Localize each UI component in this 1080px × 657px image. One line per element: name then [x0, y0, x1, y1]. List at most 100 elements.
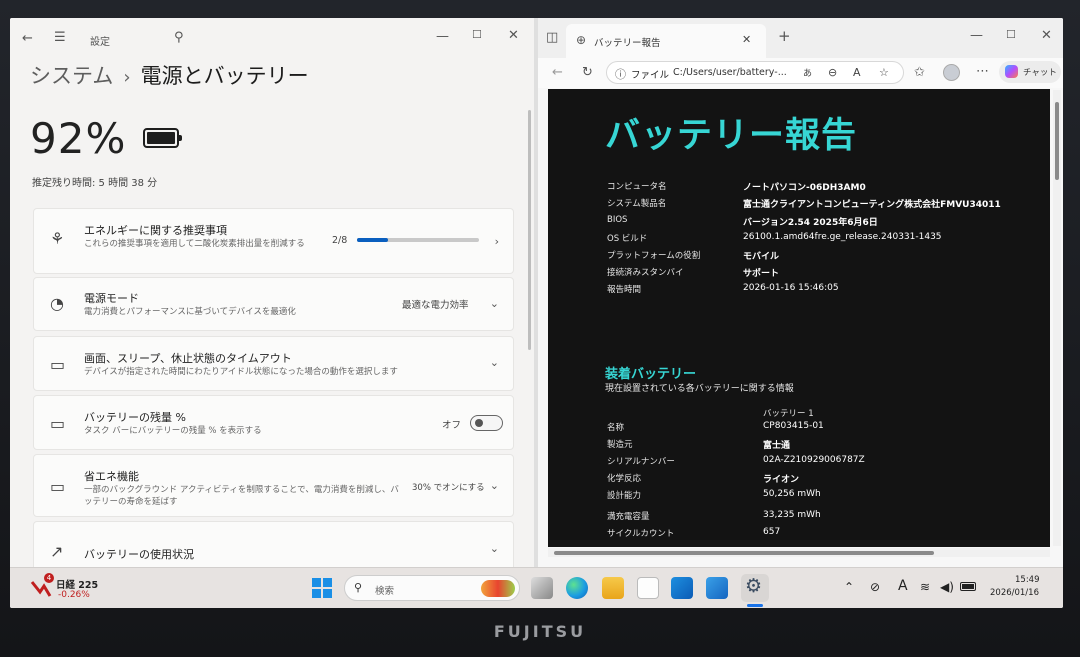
minimize-button[interactable]: —: [970, 29, 983, 42]
card-title: 電源モード: [84, 292, 139, 305]
minimize-button[interactable]: —: [436, 30, 449, 43]
info-key: 接続済みスタンバイ: [607, 268, 684, 278]
stock-badge: 4: [44, 573, 54, 583]
battery-icon: [143, 128, 182, 148]
info-key: 報告時間: [607, 285, 642, 295]
chevron-down-icon: ⌄: [489, 479, 499, 492]
card-description: これらの推奨事項を適用して二酸化炭素排出量を削減する: [84, 239, 305, 249]
info-icon[interactable]: ⓘ: [615, 66, 626, 82]
info-key: システム製品名: [607, 199, 667, 209]
settings-scrollbar[interactable]: [528, 110, 531, 350]
scrollbar-thumb[interactable]: [554, 551, 934, 555]
scrollbar-thumb[interactable]: [1055, 102, 1059, 180]
info-value: モバイル: [743, 252, 780, 262]
more-options-icon[interactable]: ⋯: [976, 65, 989, 78]
tab-battery-report[interactable]: ⊕ バッテリー報告 ✕: [566, 24, 766, 58]
settings-app-icon[interactable]: ⚙: [741, 574, 769, 602]
chevron-down-icon: ⌄: [489, 297, 499, 310]
edge-browser-icon[interactable]: [566, 577, 588, 599]
info-value: 50,256 mWh: [763, 489, 821, 499]
volume-icon[interactable]: ◀): [940, 580, 954, 594]
info-value: 26100.1.amd64fre.ge_release.240331-1435: [743, 232, 942, 242]
close-button[interactable]: ✕: [1041, 29, 1052, 42]
profile-avatar[interactable]: [943, 64, 960, 81]
file-explorer-icon[interactable]: [602, 577, 624, 599]
maximize-button[interactable]: ☐: [1006, 29, 1016, 40]
workspaces-icon[interactable]: ◫: [546, 31, 558, 44]
chevron-up-icon[interactable]: ⌃: [844, 580, 854, 594]
back-arrow-icon[interactable]: ←: [552, 66, 563, 79]
power-mode-icon: ◔: [50, 294, 64, 313]
card-title: バッテリーの使用状況: [84, 548, 194, 561]
tab-bar: ◫ ⊕ バッテリー報告 ✕ + — ☐ ✕: [538, 18, 1063, 58]
info-key: シリアルナンバー: [607, 457, 675, 467]
info-value: ライオン: [763, 475, 800, 485]
page-vertical-scrollbar[interactable]: [1053, 90, 1061, 546]
energy-saver-icon: ▭: [50, 477, 66, 496]
clock-time[interactable]: 15:49: [1015, 575, 1040, 585]
favorites-icon[interactable]: ✩: [914, 66, 925, 79]
microsoft-store-icon[interactable]: [637, 577, 659, 599]
read-mode-icon[interactable]: A: [853, 66, 861, 79]
taskbar: 4 日経 225 -0.26% ⚲ 検索 ⚙ ⌃ ⊘ A ≋ ◀) 15:49: [10, 567, 1063, 608]
progress-fill: [357, 238, 388, 242]
breadcrumb-parent[interactable]: システム: [30, 64, 113, 88]
battery-percentage-card[interactable]: ▭ バッテリーの残量 % タスク バーにバッテリーの残量 % を表示する オフ: [33, 395, 514, 450]
info-value: 富士通: [763, 441, 791, 451]
copilot-label: チャット: [1023, 68, 1057, 78]
usage-chart-icon: ↗: [50, 542, 64, 561]
info-value: バージョン2.54 2025年6月6日: [743, 218, 878, 228]
toggle-knob: [475, 419, 483, 427]
energy-recommendations-card[interactable]: ⚘ エネルギーに関する推奨事項 これらの推奨事項を適用して二酸化炭素排出量を削減…: [33, 208, 514, 274]
info-value: ノートパソコン-06DH3AM0: [743, 183, 866, 193]
address-bar[interactable]: ⓘ ファイル C:/Users/user/battery-... あ ⊖ A ☆: [606, 61, 904, 84]
clock-date[interactable]: 2026/01/16: [990, 588, 1039, 598]
snipping-tool-icon[interactable]: [706, 577, 728, 599]
wifi-icon[interactable]: ≋: [920, 580, 930, 594]
screen-sleep-card[interactable]: ▭ 画面、スリープ、休止状態のタイムアウト デバイスが指定された時間にわたりアイ…: [33, 336, 514, 391]
favorite-star-icon[interactable]: ☆: [879, 66, 889, 79]
notification-off-icon[interactable]: ⊘: [870, 580, 880, 594]
outlook-icon[interactable]: [671, 577, 693, 599]
ime-indicator[interactable]: A: [898, 578, 908, 594]
battery-icon[interactable]: [960, 582, 976, 591]
refresh-icon[interactable]: ↻: [582, 66, 593, 79]
energy-saver-card[interactable]: ▭ 省エネ機能 一部のバックグラウンド アクティビティを制限することで、電力消費…: [33, 454, 514, 517]
card-description: 一部のバックグラウンド アクティビティを制限することで、電力消費を削減し、バッテ…: [84, 485, 399, 507]
page-horizontal-scrollbar[interactable]: [548, 548, 1050, 557]
card-description: デバイスが指定された時間にわたりアイドル状態になった場合の動作を選択します: [84, 367, 398, 377]
close-button[interactable]: ✕: [508, 29, 519, 42]
copilot-icon: [1005, 65, 1018, 78]
chevron-right-icon: ›: [494, 235, 499, 248]
hamburger-menu-icon[interactable]: ☰: [54, 31, 66, 44]
breadcrumb-separator: ›: [123, 67, 131, 88]
battery-percentage-toggle[interactable]: [470, 415, 503, 431]
new-tab-button[interactable]: +: [778, 29, 791, 44]
back-arrow-icon[interactable]: ←: [22, 32, 33, 45]
close-tab-icon[interactable]: ✕: [742, 33, 751, 46]
search-icon[interactable]: ⚲: [174, 31, 184, 44]
task-view-icon[interactable]: [531, 577, 553, 599]
power-mode-select[interactable]: 最適な電力効率: [402, 297, 469, 311]
windows-logo-tile: [312, 578, 321, 587]
battery-fill: [962, 584, 974, 589]
settings-window: ← ☰ 設定 ⚲ — ☐ ✕ システム › 電源とバッテリー 92% 推定残り時間:…: [10, 18, 538, 571]
start-button[interactable]: [312, 578, 332, 598]
info-key: OS ビルド: [607, 234, 648, 244]
power-mode-card[interactable]: ◔ 電源モード 電力消費とパフォーマンスに基づいてデバイスを最適化 最適な電力効…: [33, 277, 514, 331]
maximize-button[interactable]: ☐: [472, 29, 482, 40]
stock-name: 日経 225: [56, 580, 99, 591]
toggle-state-label: オフ: [442, 420, 462, 431]
info-key: 設計能力: [607, 491, 642, 501]
recommendation-count: 2/8: [332, 235, 348, 246]
stock-change: -0.26%: [58, 590, 90, 600]
battery-usage-card[interactable]: ↗ バッテリーの使用状況 ⌄: [33, 521, 514, 571]
taskbar-search[interactable]: ⚲ 検索: [344, 575, 520, 601]
url-text[interactable]: C:/Users/user/battery-...: [673, 67, 797, 78]
zoom-icon[interactable]: ⊖: [828, 66, 837, 79]
app-title: 設定: [90, 37, 110, 48]
read-aloud-icon[interactable]: あ: [803, 66, 812, 79]
card-title: 省エネ機能: [84, 470, 139, 483]
copilot-chat-button[interactable]: チャット: [999, 61, 1061, 83]
search-highlight-image: [481, 580, 515, 597]
